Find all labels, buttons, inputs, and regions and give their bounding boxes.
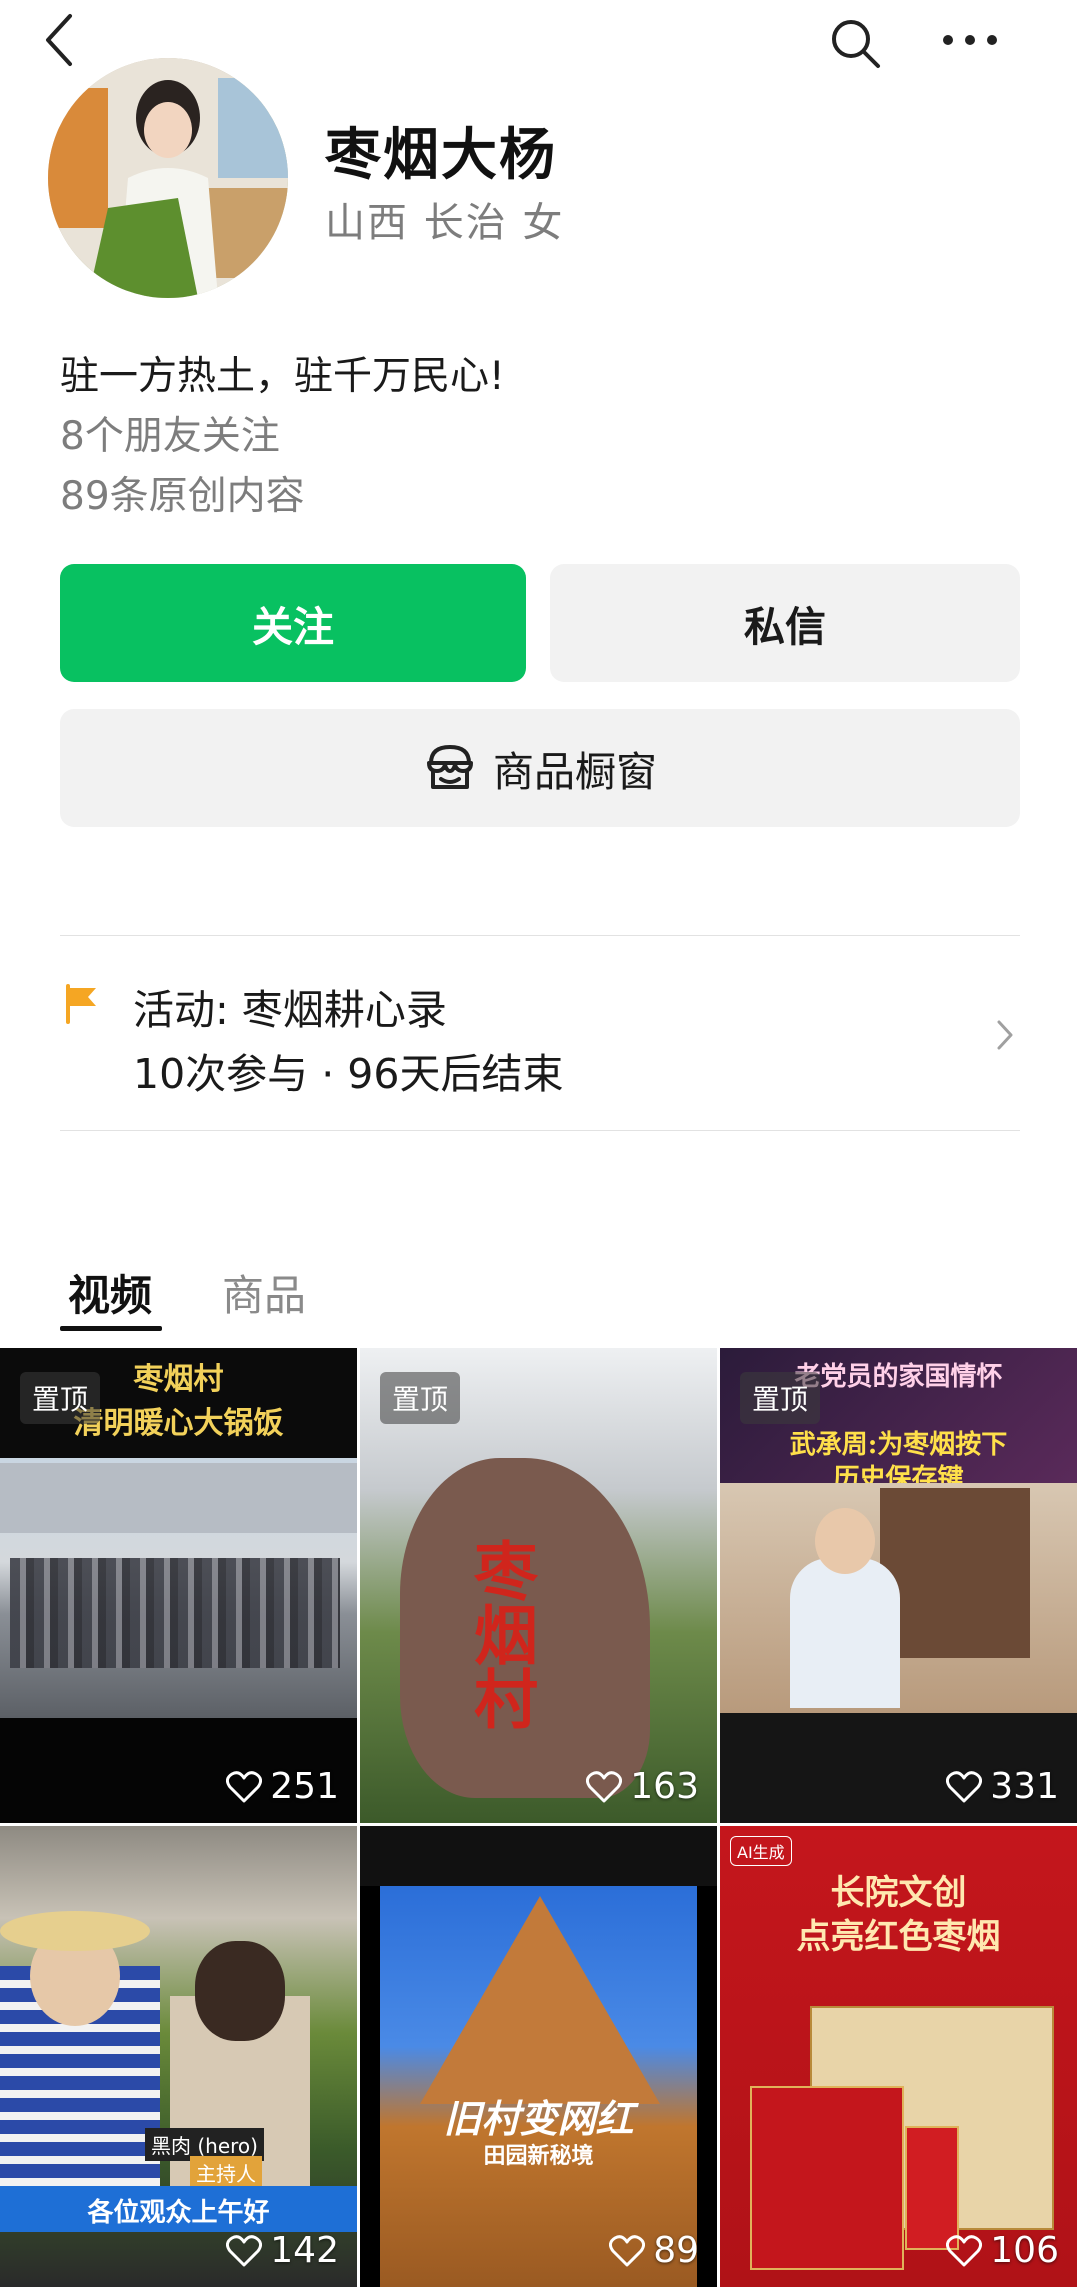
video-subtitle: 田园新秘境 <box>483 2143 594 2169</box>
video-caption: 各位观众上午好 <box>87 2198 270 2228</box>
like-count: 106 <box>946 2230 1059 2271</box>
heart-icon <box>586 1770 623 1802</box>
heart-icon <box>226 1770 263 1802</box>
heart-icon <box>226 2234 263 2266</box>
like-count: 89 <box>609 2230 699 2271</box>
profile-bio: 驻一方热土，驻千万民心! <box>60 354 505 399</box>
original-content-count: 89条原创内容 <box>60 474 305 519</box>
friends-following[interactable]: 8个朋友关注 <box>60 405 280 461</box>
video-thumbnail[interactable]: 老党员的家国情怀 武承周:为枣烟按下 历史保存键 置顶 331 <box>720 1348 1077 1823</box>
shop-icon <box>423 741 477 795</box>
like-count: 163 <box>586 1766 699 1807</box>
pinned-badge: 置顶 <box>20 1372 101 1424</box>
role-tag: 主持人 <box>190 2156 262 2189</box>
video-title: 长院文创 点亮红色枣烟 <box>796 1873 1001 1957</box>
tab-videos[interactable]: 视频 <box>68 1262 152 1323</box>
follow-button[interactable]: 关注 <box>60 564 526 682</box>
pinned-badge: 置顶 <box>380 1372 461 1424</box>
back-icon[interactable] <box>30 10 90 70</box>
shop-window-button[interactable]: 商品橱窗 <box>60 709 1020 827</box>
video-thumbnail[interactable]: 枣烟村 清明暖心大锅饭 置顶 251 <box>0 1348 357 1823</box>
heart-icon <box>609 2234 646 2266</box>
message-button[interactable]: 私信 <box>550 564 1020 682</box>
video-thumbnail[interactable]: 黑肉 (hero) 主持人 各位观众上午好 142 <box>0 1826 357 2287</box>
divider <box>60 935 1020 936</box>
shop-label: 商品橱窗 <box>493 748 657 796</box>
activity-title[interactable]: 活动: 枣烟耕心录 <box>133 976 447 1036</box>
like-count: 331 <box>946 1766 1059 1807</box>
video-title: 旧村变网红 <box>443 2096 634 2141</box>
activity-stats: 10次参与 · 96天后结束 <box>133 1050 564 1098</box>
video-title: 枣烟村 <box>463 1538 538 1730</box>
like-count: 251 <box>226 1766 339 1807</box>
divider <box>60 1130 1020 1131</box>
chevron-right-icon[interactable] <box>995 1018 1015 1056</box>
like-count: 142 <box>226 2230 339 2271</box>
tab-products[interactable]: 商品 <box>222 1262 306 1323</box>
video-thumbnail[interactable]: 枣烟村 置顶 163 <box>360 1348 717 1823</box>
ai-generated-badge: AI生成 <box>730 1836 792 1866</box>
video-thumbnail[interactable]: AI生成 长院文创 点亮红色枣烟 106 <box>720 1826 1077 2287</box>
heart-icon <box>946 2234 983 2266</box>
tab-underline <box>60 1326 162 1331</box>
more-icon[interactable] <box>935 15 1005 65</box>
profile-location-gender: 山西 长治 女 <box>325 200 565 246</box>
video-thumbnail[interactable]: 旧村变网红 田园新秘境 89 <box>360 1826 717 2287</box>
search-icon[interactable] <box>820 8 890 78</box>
heart-icon <box>946 1770 983 1802</box>
profile-name: 枣烟大杨 <box>325 123 557 188</box>
flag-icon <box>62 982 102 1030</box>
pinned-badge: 置顶 <box>740 1372 821 1424</box>
avatar[interactable] <box>48 58 288 298</box>
